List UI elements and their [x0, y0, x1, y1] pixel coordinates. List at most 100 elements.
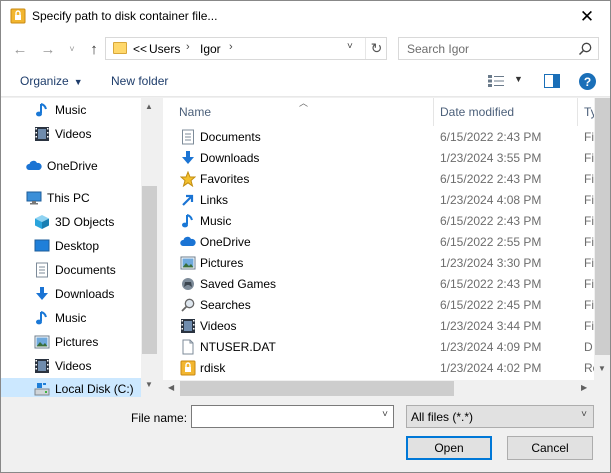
- chevron-down-icon[interactable]: ˅: [382, 409, 388, 420]
- nav-item-music-2[interactable]: Music: [1, 307, 141, 329]
- file-date: 6/15/2022 2:45 PM: [440, 298, 542, 312]
- nav-item-documents[interactable]: Documents: [1, 259, 141, 281]
- file-date: 1/23/2024 4:09 PM: [440, 340, 542, 354]
- nav-item-3d-objects[interactable]: 3D Objects: [1, 211, 141, 233]
- column-divider[interactable]: [433, 98, 434, 126]
- scroll-right-icon[interactable]: ▶: [581, 383, 587, 392]
- address-overflow[interactable]: <<: [133, 42, 147, 56]
- back-button[interactable]: ←: [11, 40, 29, 58]
- preview-pane-icon[interactable]: [544, 74, 560, 88]
- nav-item-label: Local Disk (C:): [55, 382, 134, 396]
- scroll-up-icon[interactable]: ▲: [145, 102, 153, 111]
- refresh-button[interactable]: ↻: [365, 38, 387, 59]
- nav-item-desktop[interactable]: Desktop: [1, 235, 141, 257]
- file-row-links[interactable]: Links 1/23/2024 4:08 PM Fi: [163, 190, 594, 211]
- file-row-searches[interactable]: Searches 6/15/2022 2:45 PM Fi: [163, 295, 594, 316]
- nav-item-videos-2[interactable]: Videos: [1, 355, 141, 377]
- file-type-filter[interactable]: All files (*.*) ˅: [406, 405, 594, 428]
- file-name: Pictures: [200, 256, 244, 270]
- nav-item-this-pc[interactable]: This PC: [1, 187, 141, 209]
- chevron-right-icon[interactable]: ›: [186, 41, 190, 53]
- up-button[interactable]: ↑: [85, 40, 103, 58]
- video-icon: [35, 127, 49, 141]
- nav-item-music[interactable]: Music: [1, 99, 141, 121]
- file-dialog-window: Specify path to disk container file... ✕…: [0, 0, 611, 473]
- nav-item-label: This PC: [47, 191, 90, 205]
- nav-pane-scrollbar[interactable]: ▲ ▼: [141, 98, 158, 397]
- new-folder-button[interactable]: New folder: [111, 74, 168, 88]
- forward-button[interactable]: →: [39, 40, 57, 58]
- desktop-icon: [34, 239, 50, 252]
- sort-ascending-icon: ︿: [299, 98, 309, 108]
- scroll-left-icon[interactable]: ◀: [168, 383, 174, 392]
- nav-item-label: Pictures: [55, 335, 99, 349]
- scrollbar-thumb[interactable]: [180, 381, 454, 396]
- nav-item-label: Music: [55, 103, 87, 117]
- breadcrumb-users[interactable]: Users: [149, 42, 180, 56]
- chevron-down-icon[interactable]: ˅: [347, 41, 353, 52]
- organize-button[interactable]: Organize ▼: [20, 74, 83, 88]
- chevron-right-icon[interactable]: ›: [229, 41, 233, 53]
- nav-item-local-disk[interactable]: Local Disk (C:): [1, 378, 141, 397]
- music-icon: [182, 214, 193, 228]
- nav-item-videos[interactable]: Videos: [1, 123, 141, 145]
- file-date: 1/23/2024 3:30 PM: [440, 256, 542, 270]
- refresh-icon: ↻: [370, 40, 383, 56]
- recent-locations-button[interactable]: ˅: [63, 40, 81, 58]
- title-bar[interactable]: Specify path to disk container file... ✕: [1, 1, 610, 32]
- file-row-saved-games[interactable]: Saved Games 6/15/2022 2:43 PM Fi: [163, 274, 594, 295]
- file-row-pictures[interactable]: Pictures 1/23/2024 3:30 PM Fi: [163, 253, 594, 274]
- file-row-favorites[interactable]: Favorites 6/15/2022 2:43 PM Fi: [163, 169, 594, 190]
- file-list: ︿ Name Date modified Ty Documents 6/15/2…: [163, 98, 610, 397]
- address-bar[interactable]: << Users › Igor › ˅ ↻: [105, 37, 387, 60]
- file-row-downloads[interactable]: Downloads 1/23/2024 3:55 PM Fi: [163, 148, 594, 169]
- video-icon: [35, 359, 49, 373]
- lock-file-icon: [180, 360, 196, 376]
- scrollbar-thumb[interactable]: [142, 186, 157, 354]
- scroll-down-icon[interactable]: ▼: [145, 380, 153, 389]
- file-name: Music: [200, 214, 232, 228]
- nav-item-pictures[interactable]: Pictures: [1, 331, 141, 353]
- column-header-name[interactable]: Name: [179, 98, 211, 126]
- file-name-field[interactable]: ˅: [191, 405, 394, 428]
- search-input[interactable]: Search Igor: [407, 42, 469, 56]
- new-folder-label: New folder: [111, 74, 169, 88]
- file-date: 6/15/2022 2:55 PM: [440, 235, 542, 249]
- file-name: OneDrive: [200, 235, 251, 249]
- file-row-videos[interactable]: Videos 1/23/2024 3:44 PM Fi: [163, 316, 594, 337]
- picture-icon: [34, 335, 50, 349]
- scrollbar-thumb[interactable]: [595, 98, 610, 355]
- close-button[interactable]: ✕: [564, 1, 610, 32]
- file-row-onedrive[interactable]: OneDrive 6/15/2022 2:55 PM Fi: [163, 232, 594, 253]
- caret-down-icon[interactable]: ▼: [514, 74, 523, 84]
- help-icon[interactable]: ?: [579, 73, 596, 90]
- chevron-down-icon: ˅: [69, 44, 75, 54]
- nav-item-onedrive[interactable]: OneDrive: [1, 155, 141, 177]
- nav-item-downloads[interactable]: Downloads: [1, 283, 141, 305]
- nav-item-label: Documents: [55, 263, 116, 277]
- file-row-ntuser-dat[interactable]: NTUSER.DAT 1/23/2024 4:09 PM D: [163, 337, 594, 358]
- file-row-rdisk[interactable]: rdisk 1/23/2024 4:02 PM Ro: [163, 358, 598, 379]
- file-name: NTUSER.DAT: [200, 340, 276, 354]
- column-divider[interactable]: [577, 98, 578, 126]
- chevron-down-icon: ˅: [581, 409, 587, 420]
- nav-item-label: Downloads: [55, 287, 115, 301]
- file-name: Favorites: [200, 172, 250, 186]
- cloud-icon: [180, 236, 196, 246]
- file-row-music[interactable]: Music 6/15/2022 2:43 PM Fi: [163, 211, 594, 232]
- column-header-date[interactable]: Date modified: [440, 98, 514, 126]
- file-row-documents[interactable]: Documents 6/15/2022 2:43 PM Fi: [163, 127, 594, 148]
- file-list-horizontal-scrollbar[interactable]: ◀ ▶: [163, 380, 594, 397]
- file-icon: [182, 339, 194, 355]
- organize-label: Organize: [20, 74, 69, 88]
- view-options-icon[interactable]: [488, 75, 504, 87]
- breadcrumb-igor[interactable]: Igor: [200, 42, 221, 56]
- search-icon: [578, 42, 592, 56]
- search-box[interactable]: Search Igor: [398, 37, 599, 60]
- cancel-button[interactable]: Cancel: [507, 436, 593, 460]
- folder-icon: [113, 42, 127, 54]
- file-list-vertical-scrollbar[interactable]: ▼: [594, 98, 610, 380]
- open-button[interactable]: Open: [406, 436, 492, 460]
- scroll-down-icon[interactable]: ▼: [598, 364, 606, 373]
- file-date: 1/23/2024 3:55 PM: [440, 151, 542, 165]
